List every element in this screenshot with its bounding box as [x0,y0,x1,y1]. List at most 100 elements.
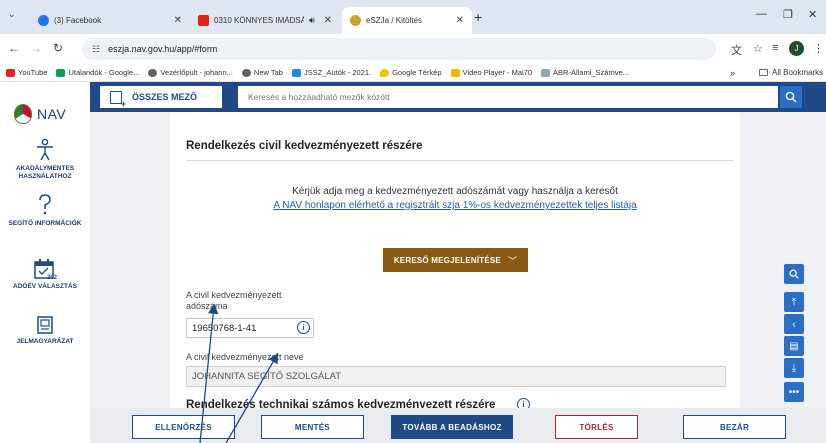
bookmark-new-tab[interactable]: New Tab [241,68,283,77]
chevron-left-icon: ‹ [792,318,796,330]
browser-tab-strip: ⌄ (3) Facebook ✕ 0310 KÖNNYES IMÁDSÁG 🔊︎… [0,0,826,34]
arrow-top-icon: ⤒ [791,296,797,308]
bottom-action-bar: ELLENŐRZÉS MENTÉS TOVÁBB A BEADÁSHOZ TÖR… [90,408,826,443]
collapse-button[interactable]: ‹ [784,314,804,334]
bookmark-utalandok[interactable]: Utalandók - Google... [56,68,139,77]
nav-favicon-icon [350,15,361,26]
close-tab-icon[interactable]: ✕ [456,15,464,26]
tab-eszja[interactable]: eSZJa / Kitöltés ✕ [342,7,472,34]
form-card: Rendelkezés civil kedvezményezett részér… [170,112,740,430]
url-text: eszja.nav.gov.hu/app/#form [108,44,218,54]
bookmarks-bar: YouTube Utalandók - Google... Vezérlőpul… [0,64,826,82]
youtube-icon [198,15,209,26]
speaker-icon[interactable]: 🔊︎ [309,15,315,26]
coat-of-arms-icon [14,104,32,124]
youtube-icon [6,68,15,77]
tab-title: eSZJa / Kitöltés [366,16,423,25]
bookmark-google-terkep[interactable]: Google Térkép [380,68,442,77]
site-info-icon[interactable]: ☷ [92,44,100,55]
tab-youtube[interactable]: 0310 KÖNNYES IMÁDSÁG 🔊︎ ✕ [190,7,340,34]
all-bookmarks[interactable]: All Bookmarks [759,68,823,77]
tax-number-input[interactable]: 19650768-1-41 [186,318,314,338]
bookmark-jssz-autok[interactable]: JSSZ_Autók - 2021. [291,68,371,77]
legend-icon [37,316,53,334]
globe-icon [241,68,251,77]
app-top-bar: ÖSSZES MEZŐ [90,82,826,112]
translate-icon[interactable]: 文 [731,42,742,58]
question-icon [39,194,51,215]
arrow-bottom-icon: ⤓ [791,362,797,374]
eszja-app: NAV AKADÁLYMENTES HASZNÁLATHOZ SEGÍTŐ IN… [0,82,826,443]
nav-item-tax-year[interactable]: 2023 ADÓÉV VÁLASZTÁS [0,258,90,291]
tab-title: 0310 KÖNNYES IMÁDSÁG [214,16,304,25]
menu-dots-icon[interactable]: ⋮ [813,42,824,55]
search-float-button[interactable] [784,264,804,284]
url-bar[interactable]: ☷ eszja.nav.gov.hu/app/#form [82,38,716,60]
close-button[interactable]: BEZÁR [683,415,786,439]
more-bookmarks-chevron-icon[interactable]: » [730,68,735,78]
add-field-icon [110,90,126,109]
bookmark-star-icon[interactable]: ☆ [753,42,763,55]
more-options-button[interactable]: ••• [784,382,804,402]
forward-icon[interactable]: → [30,41,42,55]
info-icon[interactable]: i [297,321,310,334]
beneficiary-name-field: JOHANNITA SEGÍTŐ SZOLGÁLAT [186,366,726,387]
search-icon [789,269,799,279]
save-button[interactable]: MENTÉS [261,415,364,439]
tab-list-chevron-icon[interactable]: ⌄ [8,9,16,20]
facebook-icon [38,15,49,26]
map-pin-icon [380,68,390,77]
bookmark-video-player[interactable]: Video Player - Mai70 [450,68,532,77]
document-icon [541,68,551,77]
close-tab-icon[interactable]: ✕ [324,15,332,26]
restore-icon[interactable]: ❐ [783,8,793,21]
nav-item-legend[interactable]: JELMAGYARÁZAT [0,315,90,346]
globe-icon [148,68,158,77]
bookmark-abr[interactable]: ÁBR-Állami_Számve... [541,68,629,77]
field-search-input[interactable] [238,86,778,108]
new-tab-plus-icon[interactable]: + [474,9,482,25]
document-icon: ▤ [789,340,799,352]
bookmark-vezerlopult[interactable]: Vezérlőpult - johann... [148,68,233,77]
scroll-bottom-button[interactable]: ⤓ [784,358,804,378]
nav-item-help[interactable]: SEGÍTŐ INFORMÁCIÓK [0,193,90,228]
beneficiary-list-link[interactable]: A NAV honlapon elérhető a regisztrált sz… [170,200,740,211]
accessibility-icon [37,138,53,161]
beneficiary-name-label: A civil kedvezményezett neve [186,352,304,362]
section-title-civil: Rendelkezés civil kedvezményezett részér… [186,140,423,152]
scroll-top-button[interactable]: ⤒ [784,292,804,312]
show-search-button[interactable]: KERESŐ MEGJELENÍTÉSE ﹀ [383,248,528,272]
profile-avatar[interactable]: J [789,41,804,56]
tax-number-label: A civil kedvezményezett adószáma [186,290,282,311]
sheets-icon [56,68,66,77]
folder-icon [759,69,768,76]
svg-text:2023: 2023 [47,275,57,280]
delete-button[interactable]: TÖRLÉS [555,415,638,439]
more-dots-icon: ••• [788,386,800,398]
calendar-icon [291,68,301,77]
back-icon[interactable]: ← [8,41,20,55]
reading-list-icon[interactable]: ≡ [772,42,778,54]
left-navigation: NAV AKADÁLYMENTES HASZNÁLATHOZ SEGÍTŐ IN… [0,82,90,443]
video-icon [450,68,460,77]
form-list-button[interactable]: ▤ [784,336,804,356]
address-bar-row: ← → ↻ ☷ eszja.nav.gov.hu/app/#form 文 ☆ ≡… [0,34,826,64]
minimize-icon[interactable]: — [756,8,767,20]
nav-logo[interactable]: NAV [14,104,66,124]
close-window-icon[interactable]: ✕ [808,8,817,21]
nav-item-accessibility[interactable]: AKADÁLYMENTES HASZNÁLATHOZ [0,138,90,181]
beneficiary-prompt: Kérjük adja meg a kedvezményezett adószá… [292,186,618,197]
tab-title: (3) Facebook [54,16,102,25]
search-icon [785,91,797,103]
bookmark-youtube[interactable]: YouTube [6,68,47,77]
chevron-down-icon: ﹀ [507,255,518,266]
divider [186,160,734,161]
submit-button[interactable]: TOVÁBB A BEADÁSHOZ [391,415,513,439]
reload-icon[interactable]: ↻ [53,41,63,55]
calendar-icon: 2023 [34,259,57,280]
close-tab-icon[interactable]: ✕ [174,15,182,26]
tab-facebook[interactable]: (3) Facebook ✕ [30,7,190,34]
search-button[interactable] [780,86,802,108]
check-button[interactable]: ELLENŐRZÉS [132,415,235,439]
all-fields-button[interactable]: ÖSSZES MEZŐ [100,86,222,109]
